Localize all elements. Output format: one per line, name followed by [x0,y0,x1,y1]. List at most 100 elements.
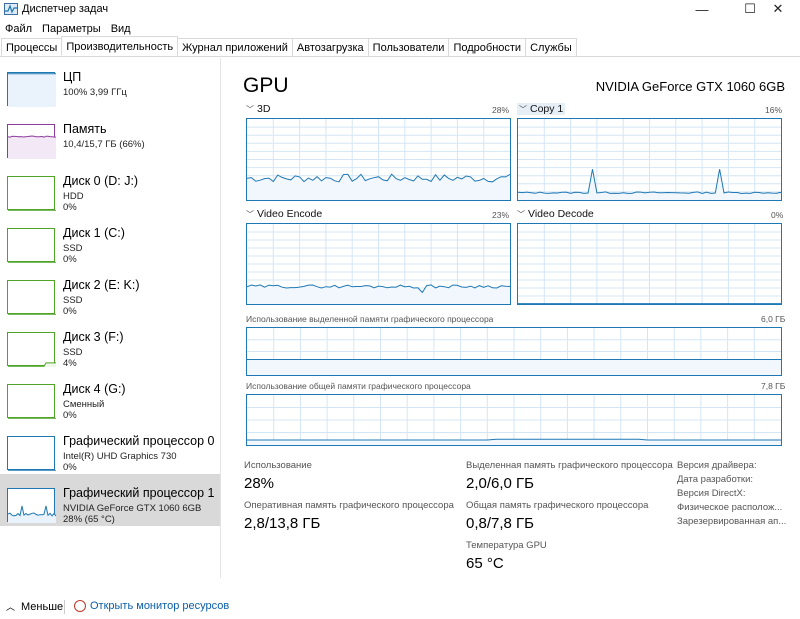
chevron-down-icon: ﹀ [519,105,527,114]
fewer-details-button[interactable]: ︿ Меньше [6,600,63,613]
disk-thumbnail-graph [7,280,56,316]
dedicated-memory-max: 6,0 ГБ [761,314,786,324]
usage-value: 28% [244,475,275,492]
dedicated-memory-stat-value: 2,0/6,0 ГБ [466,475,535,492]
sidebar-item-label: Диск 4 (G:) [63,382,126,396]
sidebar-item-label: Графический процессор 0 [63,434,215,448]
sidebar-item-label: Графический процессор 1 [63,486,215,500]
disk-thumbnail-graph [7,332,56,367]
tab-processes[interactable]: Процессы [1,38,63,56]
dedicated-memory-label: Использование выделенной памяти графичес… [246,314,494,324]
engine-selector-3d[interactable]: ﹀ 3D [246,103,270,115]
fewer-details-label: Меньше [21,600,64,613]
footer-bar: ︿ Меньше Открыть монитор ресурсов [0,590,800,619]
sidebar-item-cpu[interactable]: ЦП 100% 3,99 ГГц [0,58,220,110]
sidebar-item-label: Память [63,122,107,136]
disk-thumbnail-graph [7,384,56,420]
sidebar-item-label: Диск 3 (F:) [63,330,124,344]
engine-selector-copy[interactable]: ﹀ Copy 1 [517,103,566,115]
close-button[interactable]: ✕ [756,0,800,18]
title-bar: Диспетчер задач — ☐ ✕ [0,0,800,20]
sidebar-item-details: HDD 0% [63,191,84,213]
sidebar-item-disk-2[interactable]: Диск 2 (E: K:) SSD 0% [0,266,220,318]
gpu-detail-panel: GPU NVIDIA GeForce GTX 1060 6GB ﹀ 3D 28% … [222,58,800,578]
sidebar-item-label: Диск 1 (C:) [63,226,125,240]
sidebar-item-details: SSD 0% [63,243,83,265]
engine-graph-video-decode [517,223,782,305]
minimize-icon: — [695,1,709,17]
gpu-temperature-value: 65 °C [466,555,504,572]
close-icon: ✕ [772,1,784,16]
sidebar-item-details: SSD 4% [63,347,83,369]
gpu-thumbnail-graph [7,436,56,472]
sidebar-item-details: Сменный 0% [63,399,105,421]
shared-memory-graph [246,394,782,446]
engine-graph-copy [517,118,782,201]
physical-location-label: Физическое располож... [677,502,783,513]
sidebar-item-details: Intel(R) UHD Graphics 730 0% [63,451,177,473]
sidebar-item-details: 10,4/15,7 ГБ (66%) [63,139,145,150]
engine-graph-video-encode [246,223,511,305]
dedicated-memory-graph [246,327,782,376]
chevron-up-icon: ︿ [6,602,16,612]
gpu-temperature-label: Температура GPU [466,540,547,551]
sidebar-item-disk-3[interactable]: Диск 3 (F:) SSD 4% [0,318,220,370]
maximize-icon: ☐ [744,1,756,16]
shared-memory-max: 7,8 ГБ [761,381,786,391]
task-manager-app-icon [4,3,18,15]
gpu-model-name: NVIDIA GeForce GTX 1060 6GB [595,79,785,94]
shared-memory-stat-label: Общая память графического процессора [466,500,649,511]
sidebar-item-label: ЦП [63,70,82,84]
tab-bar: Процессы Производительность Журнал прило… [0,36,800,57]
sidebar-item-memory[interactable]: Память 10,4/15,7 ГБ (66%) [0,110,220,162]
engine-percent-video-encode: 23% [492,210,510,220]
chevron-down-icon: ﹀ [246,210,254,219]
shared-memory-label: Использование общей памяти графического … [246,381,471,391]
sidebar-item-disk-4[interactable]: Диск 4 (G:) Сменный 0% [0,370,220,422]
engine-graph-3d [246,118,511,201]
sidebar-item-details: 100% 3,99 ГГц [63,87,127,98]
resource-sidebar: ЦП 100% 3,99 ГГц Память 10,4/15,7 ГБ (66… [0,58,221,578]
menu-file[interactable]: Файл [0,21,37,38]
engine-selector-video-decode[interactable]: ﹀ Video Decode [517,208,594,220]
open-resource-monitor-link[interactable]: Открыть монитор ресурсов [74,600,229,612]
sidebar-item-gpu-1[interactable]: Графический процессор 1 NVIDIA GeForce G… [0,474,220,526]
directx-version-label: Версия DirectX: [677,488,746,499]
gpu-ram-label: Оперативная память графического процессо… [244,500,454,511]
usage-label: Использование [244,460,312,471]
engine-percent-video-decode: 0% [771,210,784,220]
engine-selector-video-encode[interactable]: ﹀ Video Encode [246,208,322,220]
sidebar-item-disk-1[interactable]: Диск 1 (C:) SSD 0% [0,214,220,266]
page-title: GPU [243,74,289,97]
engine-percent-3d: 28% [492,105,510,115]
footer-divider [64,600,65,614]
tab-details[interactable]: Подробности [448,38,527,56]
gpu-thumbnail-graph [7,488,57,523]
driver-version-label: Версия драйвера: [677,460,757,471]
sidebar-item-details: SSD 0% [63,295,83,317]
tab-app-history[interactable]: Журнал приложений [177,38,293,56]
disk-thumbnail-graph [7,176,56,212]
chevron-down-icon: ﹀ [517,210,525,219]
gpu-ram-value: 2,8/13,8 ГБ [244,515,321,532]
tab-users[interactable]: Пользователи [367,38,450,56]
window-title: Диспетчер задач [22,3,109,15]
sidebar-item-details: NVIDIA GeForce GTX 1060 6GB 28% (65 °C) [63,503,202,525]
resource-monitor-icon [74,600,86,612]
shared-memory-stat-value: 0,8/7,8 ГБ [466,515,535,532]
sidebar-item-gpu-0[interactable]: Графический процессор 0 Intel(R) UHD Gra… [0,422,220,474]
reserved-memory-label: Зарезервированная ап... [677,516,787,527]
tab-startup[interactable]: Автозагрузка [291,38,369,56]
sidebar-item-label: Диск 0 (D: J:) [63,174,139,188]
cpu-thumbnail-graph [7,72,56,107]
sidebar-item-disk-0[interactable]: Диск 0 (D: J:) HDD 0% [0,162,220,214]
tab-performance[interactable]: Производительность [61,36,179,56]
tab-services[interactable]: Службы [525,38,577,56]
driver-date-label: Дата разработки: [677,474,754,485]
dedicated-memory-stat-label: Выделенная память графического процессор… [466,460,673,471]
minimize-button[interactable]: — [680,0,724,18]
open-resource-monitor-label: Открыть монитор ресурсов [90,600,230,612]
disk-thumbnail-graph [7,228,56,264]
sidebar-item-label: Диск 2 (E: K:) [63,278,140,292]
engine-percent-copy: 16% [765,105,783,115]
